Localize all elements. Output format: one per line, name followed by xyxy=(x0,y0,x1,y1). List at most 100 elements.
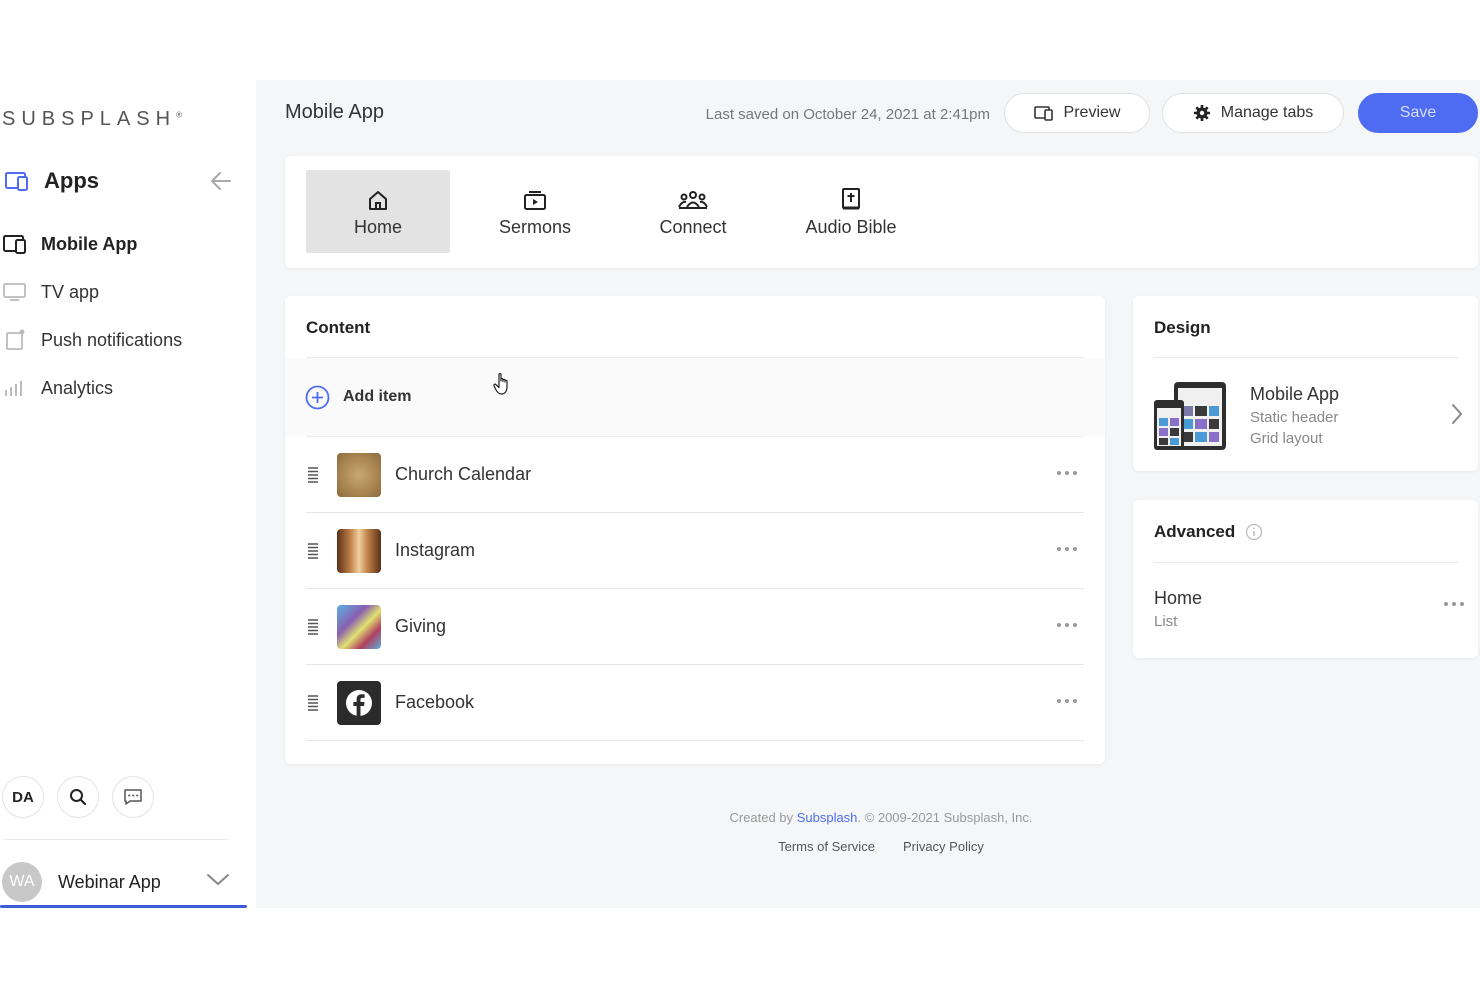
footer: Created by Subsplash. © 2009-2021 Subspl… xyxy=(256,810,1480,854)
design-header-type: Static header xyxy=(1250,409,1339,426)
privacy-link[interactable]: Privacy Policy xyxy=(903,839,984,854)
account-underline xyxy=(0,905,247,908)
sidebar-item-label: TV app xyxy=(41,281,100,302)
footer-credit: Created by Subsplash. © 2009-2021 Subspl… xyxy=(282,810,1480,825)
tab-label: Sermons xyxy=(498,217,572,237)
divider xyxy=(1154,562,1458,563)
main-panel: Mobile App Last saved on October 24, 202… xyxy=(256,80,1480,908)
advanced-tab-row[interactable]: Home List xyxy=(1154,588,1464,634)
chat-button[interactable] xyxy=(112,776,154,818)
footer-links: Terms of Service Privacy Policy xyxy=(282,839,1480,854)
tab-connect[interactable]: Connect xyxy=(621,170,765,253)
facebook-thumbnail xyxy=(337,680,381,725)
sidebar-item-push-notifications[interactable]: Push notifications xyxy=(2,316,242,364)
chevron-right-icon xyxy=(1452,404,1463,424)
apps-section-header: Apps xyxy=(4,166,236,196)
list-item[interactable]: Church Calendar xyxy=(306,437,1084,513)
notification-icon xyxy=(2,329,28,351)
tab-sermons[interactable]: Sermons xyxy=(463,170,607,253)
devices-icon xyxy=(1033,105,1054,121)
item-name: Giving xyxy=(395,616,447,636)
account-switcher[interactable]: WA Webinar App xyxy=(2,862,238,902)
sidebar-item-label: Push notifications xyxy=(41,329,183,350)
list-item[interactable]: Giving xyxy=(306,589,1084,665)
more-options-icon[interactable] xyxy=(1052,541,1082,557)
design-settings-row[interactable]: Mobile App Static header Grid layout xyxy=(1154,380,1464,452)
user-initials-button[interactable]: DA xyxy=(2,776,44,818)
instagram-thumbnail xyxy=(337,528,381,573)
more-options-icon[interactable] xyxy=(1052,465,1082,481)
drag-handle-icon[interactable] xyxy=(306,694,324,712)
advanced-title: Advanced xyxy=(1154,522,1236,541)
manage-tabs-label: Manage tabs xyxy=(1220,104,1314,121)
sidebar-item-label: Mobile App xyxy=(41,233,138,254)
save-button[interactable]: Save xyxy=(1358,93,1478,133)
gear-icon xyxy=(1193,104,1211,122)
grid-layout-preview-icon xyxy=(1154,382,1226,450)
info-icon[interactable] xyxy=(1245,523,1263,541)
more-options-icon[interactable] xyxy=(1052,693,1082,709)
design-title: Design xyxy=(1154,318,1211,337)
plus-circle-icon xyxy=(305,385,330,410)
brand-logo[interactable]: SUBSPLASH® xyxy=(2,108,182,131)
search-icon xyxy=(70,789,87,806)
app-tabs-bar: Home Sermons Connect Audio Bible xyxy=(285,156,1478,268)
advanced-tab-name: Home xyxy=(1154,588,1203,608)
item-name: Church Calendar xyxy=(395,464,532,484)
sidebar-item-label: Analytics xyxy=(41,377,114,398)
tab-label: Home xyxy=(353,217,402,237)
more-options-icon[interactable] xyxy=(1444,602,1464,606)
tv-icon xyxy=(2,281,28,303)
design-panel: Design Mobile App Static header Grid lay… xyxy=(1133,296,1478,471)
list-item[interactable]: Facebook xyxy=(306,665,1084,741)
manage-tabs-button[interactable]: Manage tabs xyxy=(1162,93,1344,133)
home-icon xyxy=(367,185,389,211)
facebook-icon xyxy=(346,689,372,716)
tab-label: Audio Bible xyxy=(805,217,897,237)
add-item-label: Add item xyxy=(343,388,412,405)
footer-copyright: . © 2009-2021 Subsplash, Inc. xyxy=(857,810,1033,825)
sidebar-nav: Mobile App TV app Push notifications Ana… xyxy=(2,220,242,412)
apps-title: Apps xyxy=(44,168,99,193)
quick-actions: DA xyxy=(2,776,154,818)
footer-created-by: Created by xyxy=(729,810,794,825)
avatar: WA xyxy=(2,862,42,902)
sidebar: SUBSPLASH® Apps Mobile App TV app Push n… xyxy=(0,80,256,908)
church-calendar-thumbnail xyxy=(337,452,381,497)
terms-link[interactable]: Terms of Service xyxy=(778,839,875,854)
tab-home[interactable]: Home xyxy=(306,170,450,253)
giving-thumbnail xyxy=(337,604,381,649)
design-layout-type: Grid layout xyxy=(1250,430,1323,447)
logo-text: SUBSPLASH xyxy=(2,108,177,130)
item-name: Facebook xyxy=(395,692,475,712)
sidebar-item-tv-app[interactable]: TV app xyxy=(2,268,242,316)
drag-handle-icon[interactable] xyxy=(306,618,324,636)
devices-icon xyxy=(5,172,28,191)
preview-button[interactable]: Preview xyxy=(1004,93,1150,133)
divider xyxy=(1154,357,1458,358)
drag-handle-icon[interactable] xyxy=(306,542,324,560)
more-options-icon[interactable] xyxy=(1052,617,1082,633)
sidebar-item-mobile-app[interactable]: Mobile App xyxy=(2,220,242,268)
bible-icon xyxy=(840,185,862,211)
content-panel: Content Add item Church Calendar Instagr… xyxy=(285,296,1105,764)
advanced-tab-type: List xyxy=(1154,613,1178,630)
chevron-down-icon xyxy=(207,874,229,886)
chat-icon xyxy=(124,789,142,805)
advanced-header: Advanced xyxy=(1154,522,1263,542)
hand-cursor-icon xyxy=(493,373,508,395)
add-item-button[interactable]: Add item xyxy=(285,358,1105,436)
design-app-name: Mobile App xyxy=(1250,384,1340,404)
item-name: Instagram xyxy=(395,540,476,560)
list-item[interactable]: Instagram xyxy=(306,513,1084,589)
preview-label: Preview xyxy=(1063,104,1121,121)
sidebar-item-analytics[interactable]: Analytics xyxy=(2,364,242,412)
drag-handle-icon[interactable] xyxy=(306,466,324,484)
page-title: Mobile App xyxy=(285,101,384,123)
search-button[interactable] xyxy=(57,776,99,818)
subsplash-link[interactable]: Subsplash xyxy=(797,810,858,825)
collapse-arrow-icon[interactable] xyxy=(208,168,234,194)
last-saved-text: Last saved on October 24, 2021 at 2:41pm xyxy=(705,106,990,123)
tab-audio-bible[interactable]: Audio Bible xyxy=(779,170,923,253)
bar-chart-icon xyxy=(2,377,28,399)
